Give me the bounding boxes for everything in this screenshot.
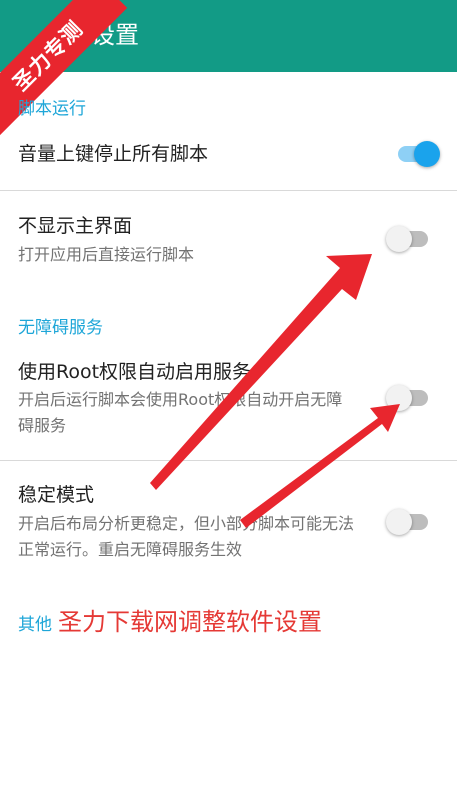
switch-thumb <box>386 509 412 535</box>
section-header-other: 其他 <box>18 615 52 635</box>
promo-caption: 圣力下载网调整软件设置 <box>58 608 322 636</box>
section-header-script-run: 脚本运行 <box>18 99 86 119</box>
section-header-accessibility: 无障碍服务 <box>18 318 103 338</box>
divider <box>0 460 457 461</box>
setting-summary: 开启后运行脚本会使用Root权限自动开启无障碍服务 <box>18 390 343 435</box>
switch-thumb <box>386 385 412 411</box>
setting-title: 使用Root权限自动启用服务 <box>18 361 252 383</box>
root-service-switch[interactable] <box>386 383 432 413</box>
setting-title: 不显示主界面 <box>18 215 133 237</box>
switch-thumb <box>414 141 440 167</box>
divider <box>0 190 457 191</box>
setting-summary: 打开应用后直接运行脚本 <box>18 245 195 264</box>
setting-summary: 开启后布局分析更稳定，但小部分脚本可能无法正常运行。重启无障碍服务生效 <box>18 514 355 559</box>
switch-thumb <box>386 226 412 252</box>
volume-stop-switch[interactable] <box>394 139 440 169</box>
setting-title: 稳定模式 <box>18 484 95 506</box>
stable-mode-switch[interactable] <box>386 507 432 537</box>
setting-title: 音量上键停止所有脚本 <box>18 143 209 165</box>
hide-main-switch[interactable] <box>386 224 432 254</box>
